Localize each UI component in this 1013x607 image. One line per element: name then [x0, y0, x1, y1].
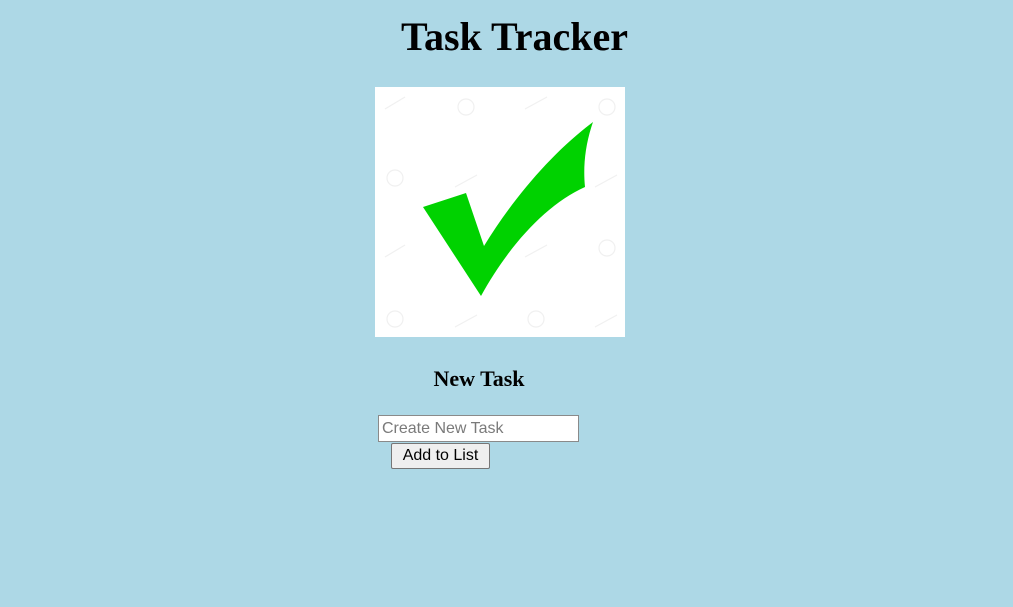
page-title: Task Tracker: [400, 14, 629, 59]
checkmark-icon: [384, 96, 618, 328]
hero-image: [375, 87, 625, 337]
page: Task Tracker New Task Add: [0, 0, 1013, 607]
add-to-list-button[interactable]: Add to List: [391, 443, 490, 469]
new-task-input[interactable]: [378, 415, 579, 442]
new-task-heading: New Task: [433, 366, 525, 391]
